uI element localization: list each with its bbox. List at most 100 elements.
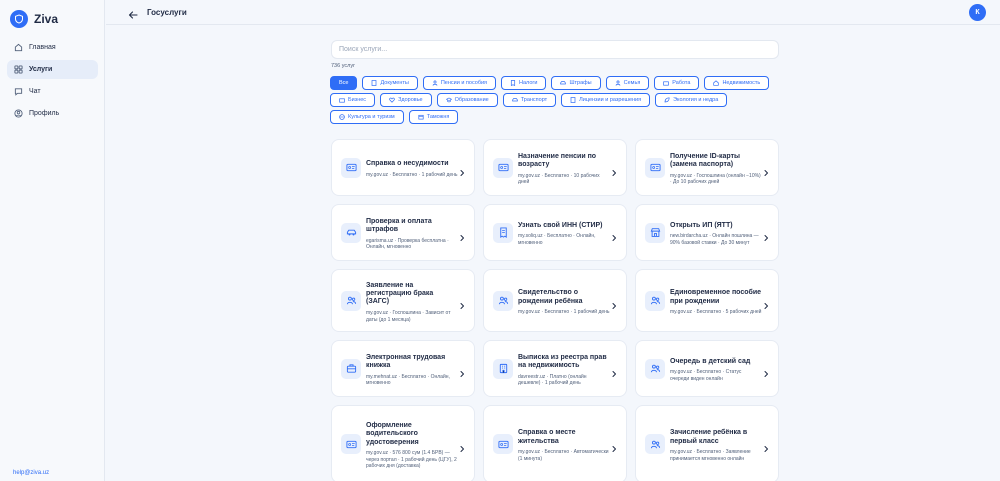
sidebar-item-chat[interactable]: Чат (7, 82, 98, 101)
service-meta: my.gov.uz · Бесплатно · Автоматически (1… (518, 449, 609, 462)
service-count: 736 услуг (331, 63, 356, 69)
chevron-right-icon (610, 440, 618, 452)
briefcase-icon (341, 358, 361, 379)
service-card[interactable]: Справка о месте жительства my.gov.uz · Бе… (483, 405, 627, 481)
service-card[interactable]: Выписка из реестра прав на недвижимость d… (483, 340, 627, 397)
service-card[interactable]: Получение ID-карты (замена паспорта) my.g… (635, 139, 779, 196)
category-chip[interactable]: Документы (362, 76, 418, 90)
chevron-right-icon (610, 229, 618, 241)
chevron-right-icon (762, 440, 770, 452)
category-chip[interactable]: Культура и туризм (330, 110, 404, 124)
category-chip[interactable]: Недвижимость (704, 76, 770, 90)
category-chip-label: Налоги (519, 80, 538, 86)
service-meta: my.gov.uz · Бесплатно · 5 рабочих дней (670, 309, 762, 316)
house-icon (713, 80, 720, 86)
service-meta: my.gov.uz · Бесплатно · Заявление приним… (670, 449, 751, 462)
category-chip[interactable]: Семья (605, 76, 650, 90)
service-card[interactable]: Зачисление ребёнка в первый класс my.gov.… (635, 405, 779, 481)
service-card[interactable]: Свидетельство о рождении ребёнка my.gov.u… (483, 269, 627, 332)
service-meta: my.gov.uz · Бесплатно · 1 рабочий день (518, 309, 610, 316)
chevron-right-icon (458, 440, 466, 452)
id-card-icon (493, 157, 513, 178)
service-meta: my.gov.uz · Госпошлина (онлайн −10%) · Д… (670, 172, 761, 186)
service-meta: my.gov.uz · 576 800 сум (1.4 БРВ) — чере… (366, 449, 457, 470)
id-card-icon (341, 434, 361, 454)
service-card[interactable]: Электронная трудовая книжка my.mehnat.uz … (331, 340, 475, 397)
category-chip-label: Бизнес (348, 97, 367, 103)
service-title: Заявление на регистрацию брака (ЗАГС) (366, 281, 434, 306)
category-chip-label: Культура и туризм (348, 114, 395, 120)
category-chip-label: Таможня (426, 114, 450, 120)
category-chip[interactable]: Налоги (501, 76, 547, 90)
service-meta: my.gov.uz · Бесплатно · 1 рабочий день (366, 171, 458, 178)
service-title: Узнать свой ИНН (СТИР) (518, 222, 603, 230)
category-chip[interactable]: Здоровье (380, 93, 432, 107)
category-chip[interactable]: Работа (654, 76, 700, 90)
category-chip[interactable]: Экология и недра (655, 93, 728, 107)
profile-icon (13, 109, 23, 119)
sidebar-item-home[interactable]: Главная (7, 38, 98, 57)
receipt-icon (493, 222, 513, 243)
category-chip[interactable]: Штрафы (551, 76, 601, 90)
service-card[interactable]: Очередь в детский сад my.gov.uz · Бесплат… (635, 340, 779, 397)
category-chip-label: Документы (380, 80, 409, 86)
service-card[interactable]: Проверка и оплата штрафов egarisma.uz · П… (331, 204, 475, 261)
service-card[interactable]: Оформление водительского удостоверения my… (331, 405, 475, 481)
services-grid: Справка о несудимости my.gov.uz · Бесплат… (331, 139, 780, 481)
service-card[interactable]: Назначение пенсии по возрасту my.gov.uz ·… (483, 139, 627, 196)
category-chip[interactable]: Транспорт (502, 93, 557, 107)
case-icon (339, 97, 345, 103)
person-icon (615, 80, 621, 86)
category-filters: Все Документы Пенсии и пособия Налоги Штрафы… (330, 76, 790, 124)
category-chip[interactable]: Лицензии и разрешения (561, 93, 651, 107)
chevron-right-icon (610, 297, 618, 309)
chevron-right-icon (458, 365, 466, 377)
chevron-right-icon (458, 297, 466, 309)
service-title: Зачисление ребёнка в первый класс (670, 429, 748, 445)
service-card[interactable]: Заявление на регистрацию брака (ЗАГС) my.… (331, 269, 475, 332)
chevron-right-icon (762, 297, 770, 309)
chevron-right-icon (458, 229, 466, 241)
people-icon (645, 434, 665, 454)
category-chip-label: Экология и недра (673, 97, 719, 103)
globe-icon (339, 114, 345, 120)
search-field[interactable] (331, 40, 779, 59)
heart-icon (389, 97, 395, 103)
category-chip[interactable]: Бизнес (330, 93, 376, 107)
sidebar-item-label: Главная (29, 44, 56, 51)
cap-icon (445, 97, 452, 103)
header: Госуслуги К (106, 0, 1000, 25)
leaf-icon (664, 97, 670, 103)
sidebar-item-profile[interactable]: Профиль (7, 104, 98, 123)
service-card[interactable]: Открыть ИП (ЯТТ) new.birdarcha.uz · Онлай… (635, 204, 779, 261)
help-email-link[interactable]: help@ziva.uz (13, 470, 49, 476)
service-meta: my.soliq.uz · Бесплатно · Онлайн, мгнове… (518, 233, 596, 247)
back-arrow-icon[interactable] (128, 7, 138, 19)
services-icon (13, 65, 23, 75)
brand[interactable]: Ziva (10, 10, 58, 28)
building-icon (493, 358, 513, 379)
store-icon (645, 222, 665, 243)
search-input[interactable] (339, 46, 778, 53)
home-icon (13, 43, 23, 53)
service-card[interactable]: Узнать свой ИНН (СТИР) my.soliq.uz · Бесп… (483, 204, 627, 261)
service-meta: egarisma.uz · Проверка бесплатна · Онлай… (366, 237, 449, 251)
category-chip-label: Образование (454, 97, 489, 103)
sidebar-item-label: Чат (29, 88, 41, 95)
car-icon (511, 97, 518, 103)
id-card-icon (645, 157, 665, 178)
sidebar-item-services[interactable]: Услуги (7, 60, 98, 79)
avatar[interactable]: К (969, 4, 986, 21)
service-title: Справка о месте жительства (518, 429, 576, 445)
service-card[interactable]: Единовременное пособие при рождении my.go… (635, 269, 779, 332)
category-chip[interactable]: Все (330, 76, 358, 90)
chevron-right-icon (762, 229, 770, 241)
people-icon (341, 290, 361, 311)
category-chip[interactable]: Образование (436, 93, 498, 107)
service-title: Проверка и оплата штрафов (366, 217, 432, 234)
service-title: Получение ID-карты (замена паспорта) (670, 152, 741, 169)
service-title: Открыть ИП (ЯТТ) (670, 222, 733, 230)
category-chip[interactable]: Пенсии и пособия (422, 76, 497, 90)
service-card[interactable]: Справка о несудимости my.gov.uz · Бесплат… (331, 139, 475, 196)
category-chip[interactable]: Таможня (408, 110, 459, 124)
